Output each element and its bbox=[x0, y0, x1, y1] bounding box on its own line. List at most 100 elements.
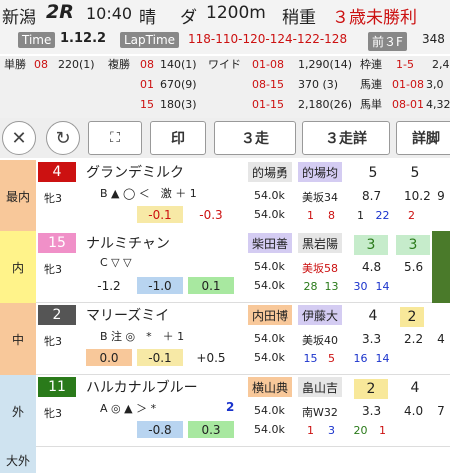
three-runs-button[interactable]: ３走 bbox=[214, 121, 296, 155]
rank-3: 16 bbox=[353, 351, 368, 365]
position-label: 外 bbox=[0, 375, 36, 447]
weather: 晴 bbox=[139, 8, 156, 28]
wide-label: ワイド bbox=[208, 58, 241, 71]
time-value: 1.12.2 bbox=[60, 31, 107, 46]
value-2: -0.1 bbox=[137, 349, 183, 366]
jockey-current: 的場勇 bbox=[248, 162, 292, 182]
value-1: 0.0 bbox=[86, 349, 132, 366]
umatan-val: 4,32 bbox=[426, 98, 450, 111]
distance: 1200m bbox=[206, 3, 266, 23]
refresh-button[interactable]: ↻ bbox=[46, 121, 80, 155]
jockey-previous: 伊藤大 bbox=[298, 305, 342, 325]
race-class: ３歳未勝利 bbox=[332, 8, 417, 28]
rank-4: 22 bbox=[375, 208, 390, 222]
horse-number: 2 bbox=[38, 305, 76, 325]
odds-2: 5.6 bbox=[404, 260, 424, 274]
track-condition: 稍重 bbox=[282, 8, 316, 28]
finish-1: 2 bbox=[354, 379, 388, 399]
value-3: +0.5 bbox=[196, 350, 226, 365]
stable: 南W32 bbox=[302, 406, 338, 419]
rank-2: 3 bbox=[328, 423, 335, 437]
side-number: 7 bbox=[437, 404, 445, 418]
expand-button[interactable]: ⛶ bbox=[88, 121, 142, 155]
side-bar bbox=[432, 231, 450, 303]
first3f-label: 前３F bbox=[368, 32, 407, 51]
button-bar: ✕ ↻ ⛶ 印 ３走 ３走詳 詳脚 bbox=[0, 118, 450, 158]
horse-row[interactable]: 内 15 牝3 ナルミチャン C ▽ ▽ -1.2 -1.0 0.1 柴田善 黒… bbox=[0, 231, 450, 303]
umaren-label: 馬連 bbox=[360, 78, 382, 91]
post-time: 10:40 bbox=[86, 4, 133, 23]
race-number: 2R bbox=[46, 1, 74, 23]
horse-number: 11 bbox=[38, 377, 76, 397]
fukusho-num-2: 01 bbox=[140, 78, 154, 91]
horse-name[interactable]: ナルミチャン bbox=[86, 233, 170, 253]
rank-1: 28 bbox=[303, 279, 318, 293]
venue: 新潟 bbox=[2, 8, 36, 28]
rank-1: 1 bbox=[307, 208, 314, 222]
mark-button[interactable]: 印 bbox=[150, 121, 206, 155]
detail-button[interactable]: 詳脚 bbox=[396, 121, 450, 155]
value-3: 0.1 bbox=[188, 277, 234, 294]
value-2: -0.8 bbox=[137, 421, 183, 438]
value-1: -1.2 bbox=[97, 278, 121, 293]
time-label: Time bbox=[18, 32, 56, 48]
odds-2: 4.0 bbox=[404, 404, 424, 418]
odds-1: 3.3 bbox=[362, 332, 382, 346]
sex-age: 牝3 bbox=[44, 192, 62, 205]
horse-name[interactable]: グランデミルク bbox=[86, 162, 184, 182]
stable: 美坂34 bbox=[302, 191, 338, 204]
close-button[interactable]: ✕ bbox=[2, 121, 36, 155]
rank-4: 14 bbox=[375, 351, 390, 365]
weight: 54.0k bbox=[254, 332, 285, 345]
rank-3: 20 bbox=[353, 423, 368, 437]
jockey-current: 内田博 bbox=[248, 305, 292, 325]
wide-val-2: 370 (3) bbox=[298, 78, 339, 91]
stable: 美坂40 bbox=[302, 334, 338, 347]
jockey-previous: 黒岩陽 bbox=[298, 233, 342, 253]
horse-number: 4 bbox=[38, 162, 76, 182]
horse-name[interactable]: マリーズミイ bbox=[86, 305, 169, 325]
race-header: 新潟 2R 10:40 晴 ダ 1200m 稍重 ３歳未勝利 bbox=[0, 0, 450, 28]
first3f-value: 348 bbox=[422, 32, 445, 46]
finish-2: 3 bbox=[396, 235, 430, 255]
odds-2: 10.2 bbox=[404, 189, 431, 203]
rank-3: 30 bbox=[353, 279, 368, 293]
wakuren-label: 枠連 bbox=[360, 58, 382, 71]
payout-table: 単勝 08 220(1) 複勝 08 140(1) 01 670(9) 15 1… bbox=[0, 56, 450, 118]
three-runs-detail-button[interactable]: ３走詳 bbox=[302, 121, 390, 155]
weight: 54.0k bbox=[254, 189, 285, 202]
sex-age: 牝3 bbox=[44, 263, 62, 276]
finish-2: 4 bbox=[410, 379, 420, 396]
finish-2: 2 bbox=[400, 307, 424, 327]
horse-number: 15 bbox=[38, 233, 76, 253]
prediction-marks: B 注 ◎ * ＋ 1 bbox=[100, 330, 185, 343]
wide-num-1: 01-08 bbox=[252, 58, 284, 71]
horse-name[interactable]: ハルカナルブルー bbox=[86, 377, 198, 397]
value-2: -0.1 bbox=[137, 206, 183, 223]
horse-row[interactable]: 外 11 牝3 ハルカナルブルー A ◎ ▲ ＞ * 2 -0.8 0.3 横山… bbox=[0, 375, 450, 447]
prediction-marks: C ▽ ▽ bbox=[100, 256, 132, 269]
weight-2: 54.0k bbox=[254, 208, 285, 221]
rank-4: 14 bbox=[375, 279, 390, 293]
laptime-label: LapTime bbox=[120, 32, 180, 48]
finish-1: 3 bbox=[354, 235, 388, 255]
rank-2: 8 bbox=[328, 208, 335, 222]
fukusho-val-3: 180(3) bbox=[160, 98, 197, 111]
wide-val-1: 1,290(14) bbox=[298, 58, 353, 71]
rank-3: 1 bbox=[357, 208, 364, 222]
wide-num-2: 08-15 bbox=[252, 78, 284, 91]
horse-row[interactable]: 中 2 牝3 マリーズミイ B 注 ◎ * ＋ 1 0.0 -0.1 +0.5 … bbox=[0, 303, 450, 375]
horse-row[interactable]: 最内 4 牝3 グランデミルク B ▲ ◯ ＜ 激 ＋ 1 -0.1 -0.3 … bbox=[0, 160, 450, 232]
rank-5: 2 bbox=[408, 208, 415, 222]
umatan-num: 08-01 bbox=[392, 98, 424, 111]
time-bar: Time 1.12.2 LapTime 118-110-120-124-122-… bbox=[0, 28, 450, 54]
sex-age: 牝3 bbox=[44, 407, 62, 420]
umaren-val: 3,0 bbox=[426, 78, 444, 91]
weight-2: 54.0k bbox=[254, 423, 285, 436]
rank-2: 13 bbox=[324, 279, 339, 293]
jockey-previous: 的場均 bbox=[298, 162, 342, 182]
prediction-marks: B ▲ ◯ ＜ 激 ＋ 1 bbox=[100, 187, 197, 200]
surface: ダ bbox=[180, 8, 197, 28]
umatan-label: 馬単 bbox=[360, 98, 382, 111]
side-number: 9 bbox=[437, 189, 445, 203]
